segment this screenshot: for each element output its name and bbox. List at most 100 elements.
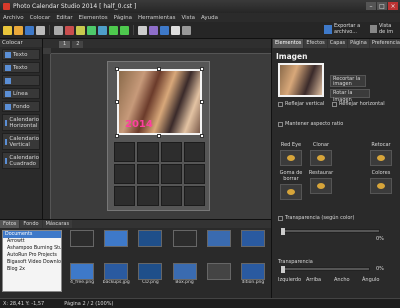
folder-item-selected[interactable]: Documents — [3, 231, 61, 238]
print-icon[interactable] — [36, 25, 45, 35]
retouch-tool[interactable]: Retocar — [366, 142, 396, 166]
flip-horizontal-checkbox[interactable]: Reflejar horizontal — [332, 101, 385, 107]
minimize-button[interactable]: – — [366, 2, 376, 10]
tab-page-2[interactable]: 2 — [72, 41, 84, 48]
menu-archivo[interactable]: Archivo — [3, 15, 24, 21]
folder-item[interactable]: Arrowtt — [3, 238, 61, 245]
text-art-button[interactable]: Texto — [2, 62, 40, 73]
file-thumbnail[interactable] — [100, 230, 132, 261]
text-button[interactable]: Texto — [2, 49, 40, 60]
eraser-button[interactable] — [280, 184, 302, 200]
colors-button[interactable] — [370, 178, 392, 194]
menu-herramientas[interactable]: Herramientas — [138, 15, 175, 21]
tab-preferences[interactable]: Preferencias — [369, 39, 400, 48]
flip-vertical-checkbox[interactable]: Reflejar vertical — [278, 101, 324, 107]
crop-icon[interactable] — [138, 25, 147, 35]
tab-backgrounds[interactable]: Fondo — [20, 220, 42, 228]
rotate-icon[interactable] — [87, 25, 96, 35]
shape-button[interactable] — [2, 75, 40, 86]
resize-handle[interactable] — [115, 134, 119, 138]
slider-knob[interactable] — [281, 266, 285, 273]
retouch-button[interactable] — [370, 150, 392, 166]
menu-colocar[interactable]: Colocar — [30, 15, 51, 21]
tab-page[interactable]: Página — [348, 39, 369, 48]
resize-handle[interactable] — [200, 67, 204, 71]
menu-elementos[interactable]: Elementos — [79, 15, 108, 21]
clone-button[interactable] — [310, 150, 332, 166]
slider-knob[interactable] — [281, 228, 285, 235]
file-thumbnail[interactable] — [203, 230, 235, 261]
file-thumbnail[interactable] — [237, 230, 269, 261]
tab-masks[interactable]: Máscaras — [42, 220, 73, 228]
year-text[interactable]: 2014 — [125, 119, 153, 130]
tab-effects[interactable]: Efectos — [304, 39, 327, 48]
new-icon[interactable] — [3, 25, 12, 35]
calendar-grid[interactable] — [114, 142, 205, 206]
keep-ratio-checkbox[interactable]: Mantener aspecto ratio — [278, 121, 343, 127]
folder-item[interactable]: Ashampoo Burning Studio — [3, 245, 61, 252]
layers-icon[interactable] — [160, 25, 169, 35]
folder-item[interactable]: AutoRun Pro Projects — [3, 252, 61, 259]
file-thumbnail[interactable]: 4_free.png — [66, 263, 98, 294]
resize-handle[interactable] — [157, 134, 161, 138]
maximize-button[interactable]: □ — [377, 2, 387, 10]
undo-icon[interactable] — [109, 25, 118, 35]
file-thumbnail[interactable]: dition.png — [237, 263, 269, 294]
transparency-checkbox[interactable]: Transparencia (según color) — [278, 215, 354, 221]
menu-pagina[interactable]: Página — [114, 15, 132, 21]
file-thumbnail[interactable] — [134, 230, 166, 261]
background-button[interactable]: Fondo — [2, 101, 40, 112]
export-button[interactable]: Exportar a archivo... — [324, 23, 364, 37]
close-button[interactable]: × — [388, 2, 398, 10]
zoom-icon[interactable] — [171, 25, 180, 35]
magic-icon[interactable] — [149, 25, 158, 35]
resize-handle[interactable] — [200, 100, 204, 104]
open-icon[interactable] — [14, 25, 23, 35]
resize-handle[interactable] — [115, 100, 119, 104]
restore-button[interactable] — [310, 178, 332, 194]
pencil-icon[interactable] — [76, 25, 85, 35]
crop-image-button[interactable]: Recortar la imagen — [330, 75, 366, 87]
calendar-photo[interactable]: 2014 — [117, 69, 202, 135]
tab-elements[interactable]: Elementos — [273, 39, 304, 48]
menu-vista[interactable]: Vista — [181, 15, 195, 21]
square-calendar-button[interactable]: Calendario Cuadrado — [2, 152, 40, 169]
resize-handle[interactable] — [200, 134, 204, 138]
clone-tool[interactable]: Clonar — [306, 142, 336, 166]
resize-handle[interactable] — [157, 67, 161, 71]
grid-icon[interactable] — [182, 25, 191, 35]
menu-ayuda[interactable]: Ayuda — [201, 15, 218, 21]
move-icon[interactable] — [54, 25, 63, 35]
canvas-area[interactable]: 1 2 2014 — [43, 39, 271, 219]
view-button[interactable]: Vista de im — [370, 23, 398, 37]
tab-page-1[interactable]: 1 — [59, 41, 71, 48]
file-thumbnail[interactable] — [169, 230, 201, 261]
tab-photos[interactable]: Fotos — [0, 220, 20, 228]
save-icon[interactable] — [25, 25, 34, 35]
vertical-calendar-button[interactable]: Calendario Vertical — [2, 133, 40, 150]
folder-tree[interactable]: Documents Arrowtt Ashampoo Burning Studi… — [2, 230, 62, 292]
file-thumbnail[interactable] — [66, 230, 98, 261]
file-thumbnail[interactable]: backups.jpg — [100, 263, 132, 294]
eraser-tool[interactable]: Goma de borrar — [276, 170, 306, 200]
file-thumbnail[interactable]: CD.png — [134, 263, 166, 294]
folder-item[interactable]: Bigasoft Video Downloader Pro — [3, 259, 61, 266]
folder-item[interactable]: Blog 2x — [3, 266, 61, 273]
copy-icon[interactable] — [98, 25, 107, 35]
resize-handle[interactable] — [115, 67, 119, 71]
restore-tool[interactable]: Restaurar — [306, 170, 336, 200]
calendar-page[interactable]: 2014 — [107, 61, 210, 211]
opacity-slider[interactable] — [280, 266, 370, 273]
line-button[interactable]: Línea — [2, 88, 40, 99]
rotate-image-button[interactable]: Rotar la imagen — [330, 89, 370, 103]
file-thumbnail[interactable]: Box.png — [169, 263, 201, 294]
tab-layers[interactable]: Capas — [327, 39, 348, 48]
file-thumbnail[interactable] — [203, 263, 235, 294]
transparency-slider[interactable] — [280, 228, 380, 235]
red-eye-tool[interactable]: Red Eye — [276, 142, 306, 166]
menu-editar[interactable]: Editar — [56, 15, 72, 21]
red-eye-button[interactable] — [280, 150, 302, 166]
redo-icon[interactable] — [120, 25, 129, 35]
brush-icon[interactable] — [65, 25, 74, 35]
colors-tool[interactable]: Colores — [366, 170, 396, 200]
